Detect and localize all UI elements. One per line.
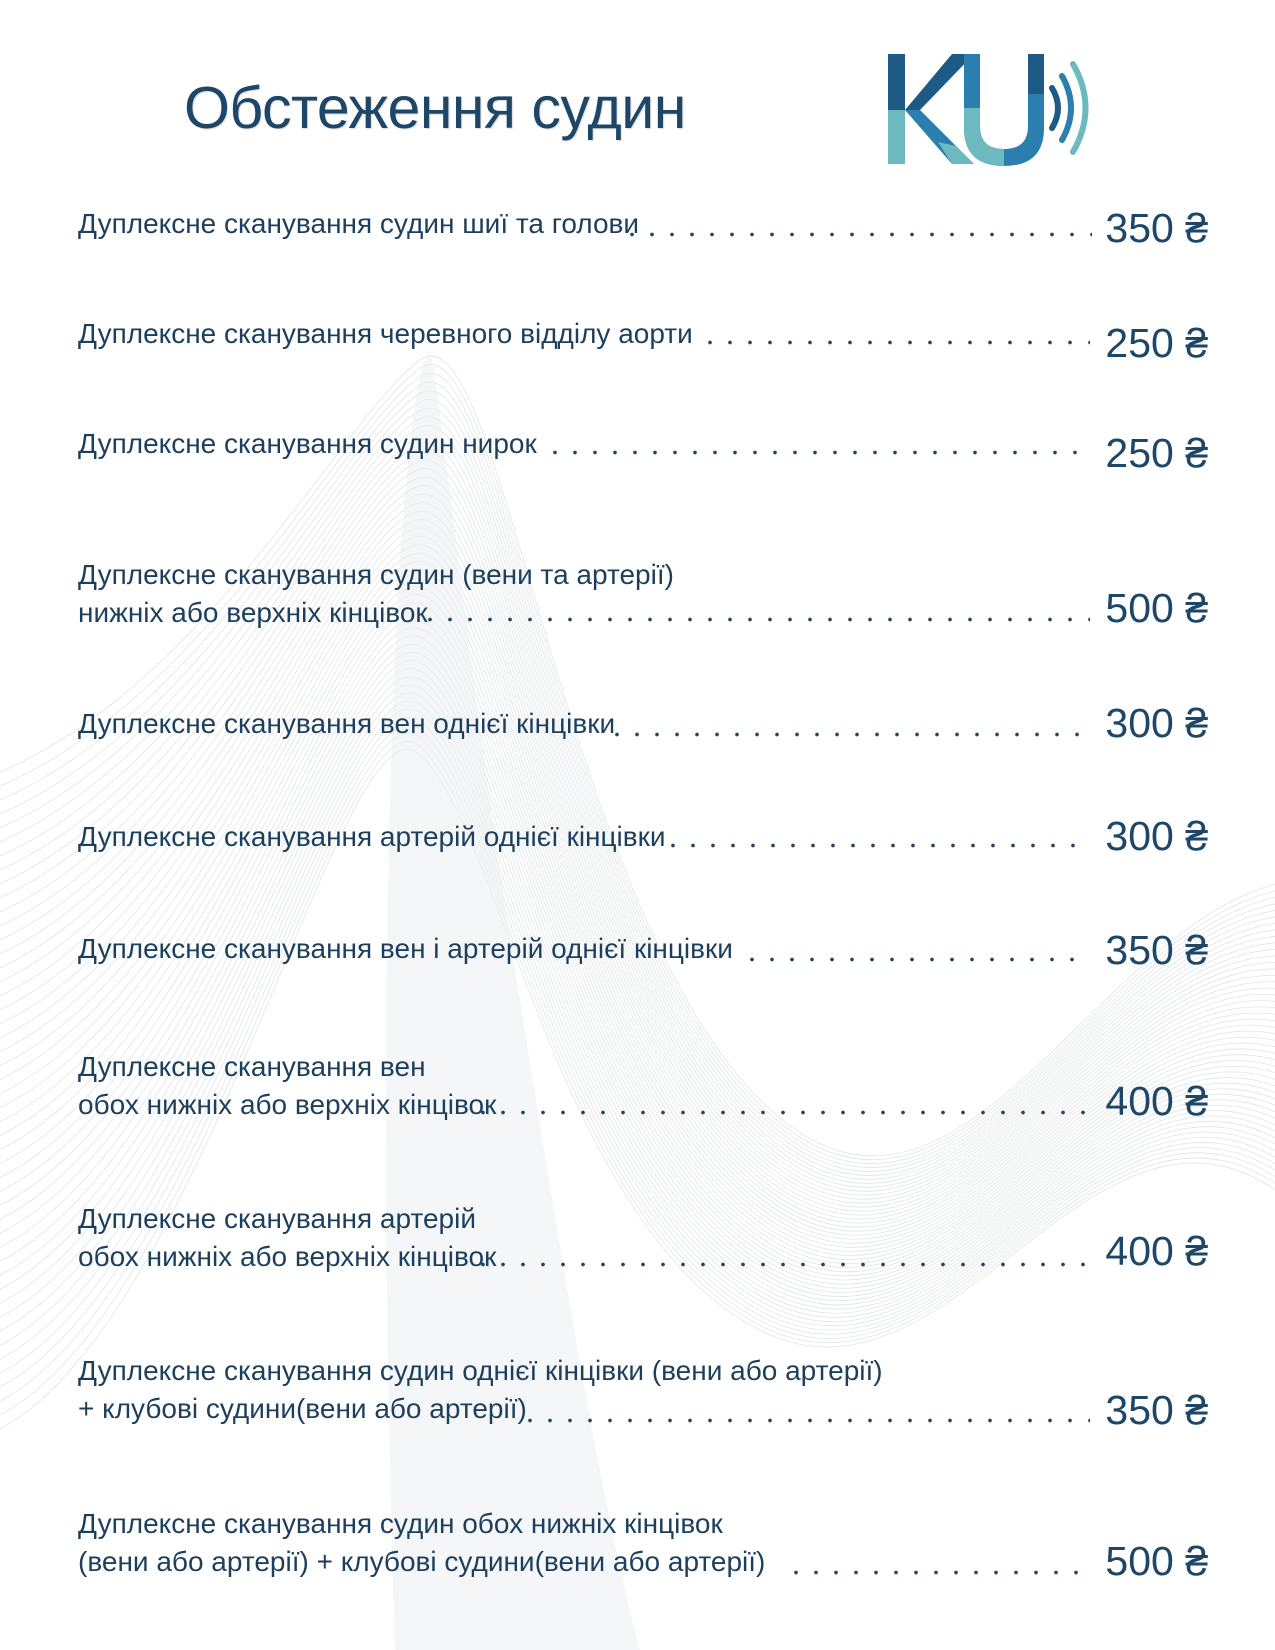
service-description: Дуплексне сканування артерій однієї кінц… [78,818,666,856]
service-description: Дуплексне сканування вен і артерій одніє… [78,930,733,968]
dot-leader [520,1418,1090,1423]
dot-leader [742,957,1090,962]
service-description-line: Дуплексне сканування судин обох нижніх к… [78,1508,723,1539]
service-description: Дуплексне сканування артерій обох нижніх … [78,1200,496,1276]
service-price: 300 ₴ [1105,813,1208,859]
service-price: 500 ₴ [1105,1538,1208,1584]
service-description-line: нижніх або верхніх кінцівок [78,597,428,628]
dot-leader [420,617,1090,622]
service-price: 400 ₴ [1105,1228,1208,1274]
dot-leader [622,232,1092,237]
service-description-line: Дуплексне сканування вен [78,1051,426,1082]
service-price: 350 ₴ [1105,205,1208,251]
service-description: Дуплексне сканування судин обох нижніх к… [78,1505,765,1581]
dot-leader [473,1110,1092,1115]
service-price: 500 ₴ [1105,585,1208,631]
service-description-line: Дуплексне сканування судин шиї та голови [78,208,640,239]
service-description-line: Дуплексне сканування артерій [78,1203,476,1234]
service-description: Дуплексне сканування судин нирок [78,425,537,463]
service-price: 250 ₴ [1105,320,1208,366]
service-price: 400 ₴ [1105,1078,1208,1124]
dot-leader [545,450,1090,455]
service-description: Дуплексне сканування судин однієї кінців… [78,1352,883,1428]
price-list: Дуплексне сканування судин шиї та голови… [0,0,1275,1650]
service-price: 350 ₴ [1105,927,1208,973]
service-price: 350 ₴ [1105,1387,1208,1433]
service-description-line: Дуплексне сканування артерій однієї кінц… [78,821,666,852]
service-description-line: Дуплексне сканування вен і артерій одніє… [78,933,733,964]
service-description-line: (вени або артерії) + клубові судини(вени… [78,1546,766,1577]
service-description: Дуплексне сканування вен однієї кінцівки [78,705,615,743]
service-description-line: обох нижніх або верхніх кінцівок [78,1241,497,1272]
service-description-line: Дуплексне сканування вен однієї кінцівки [78,708,616,739]
service-description: Дуплексне сканування судин шиї та голови [78,205,639,243]
service-price: 300 ₴ [1105,700,1208,746]
service-description-line: Дуплексне сканування судин (вени та арте… [78,559,674,590]
service-description-line: Дуплексне сканування судин однієї кінців… [78,1355,883,1386]
dot-leader [663,843,1090,848]
dot-leader [607,732,1092,737]
service-description: Дуплексне сканування черевного відділу а… [78,315,693,353]
service-description-line: Дуплексне сканування черевного відділу а… [78,318,693,349]
dot-leader [786,1570,1090,1575]
service-price: 250 ₴ [1105,430,1208,476]
service-description-line: Дуплексне сканування судин нирок [78,428,537,459]
dot-leader [473,1262,1092,1267]
service-description-line: обох нижніх або верхніх кінцівок [78,1089,497,1120]
service-description: Дуплексне сканування вен обох нижніх або … [78,1048,496,1124]
dot-leader [700,340,1090,345]
